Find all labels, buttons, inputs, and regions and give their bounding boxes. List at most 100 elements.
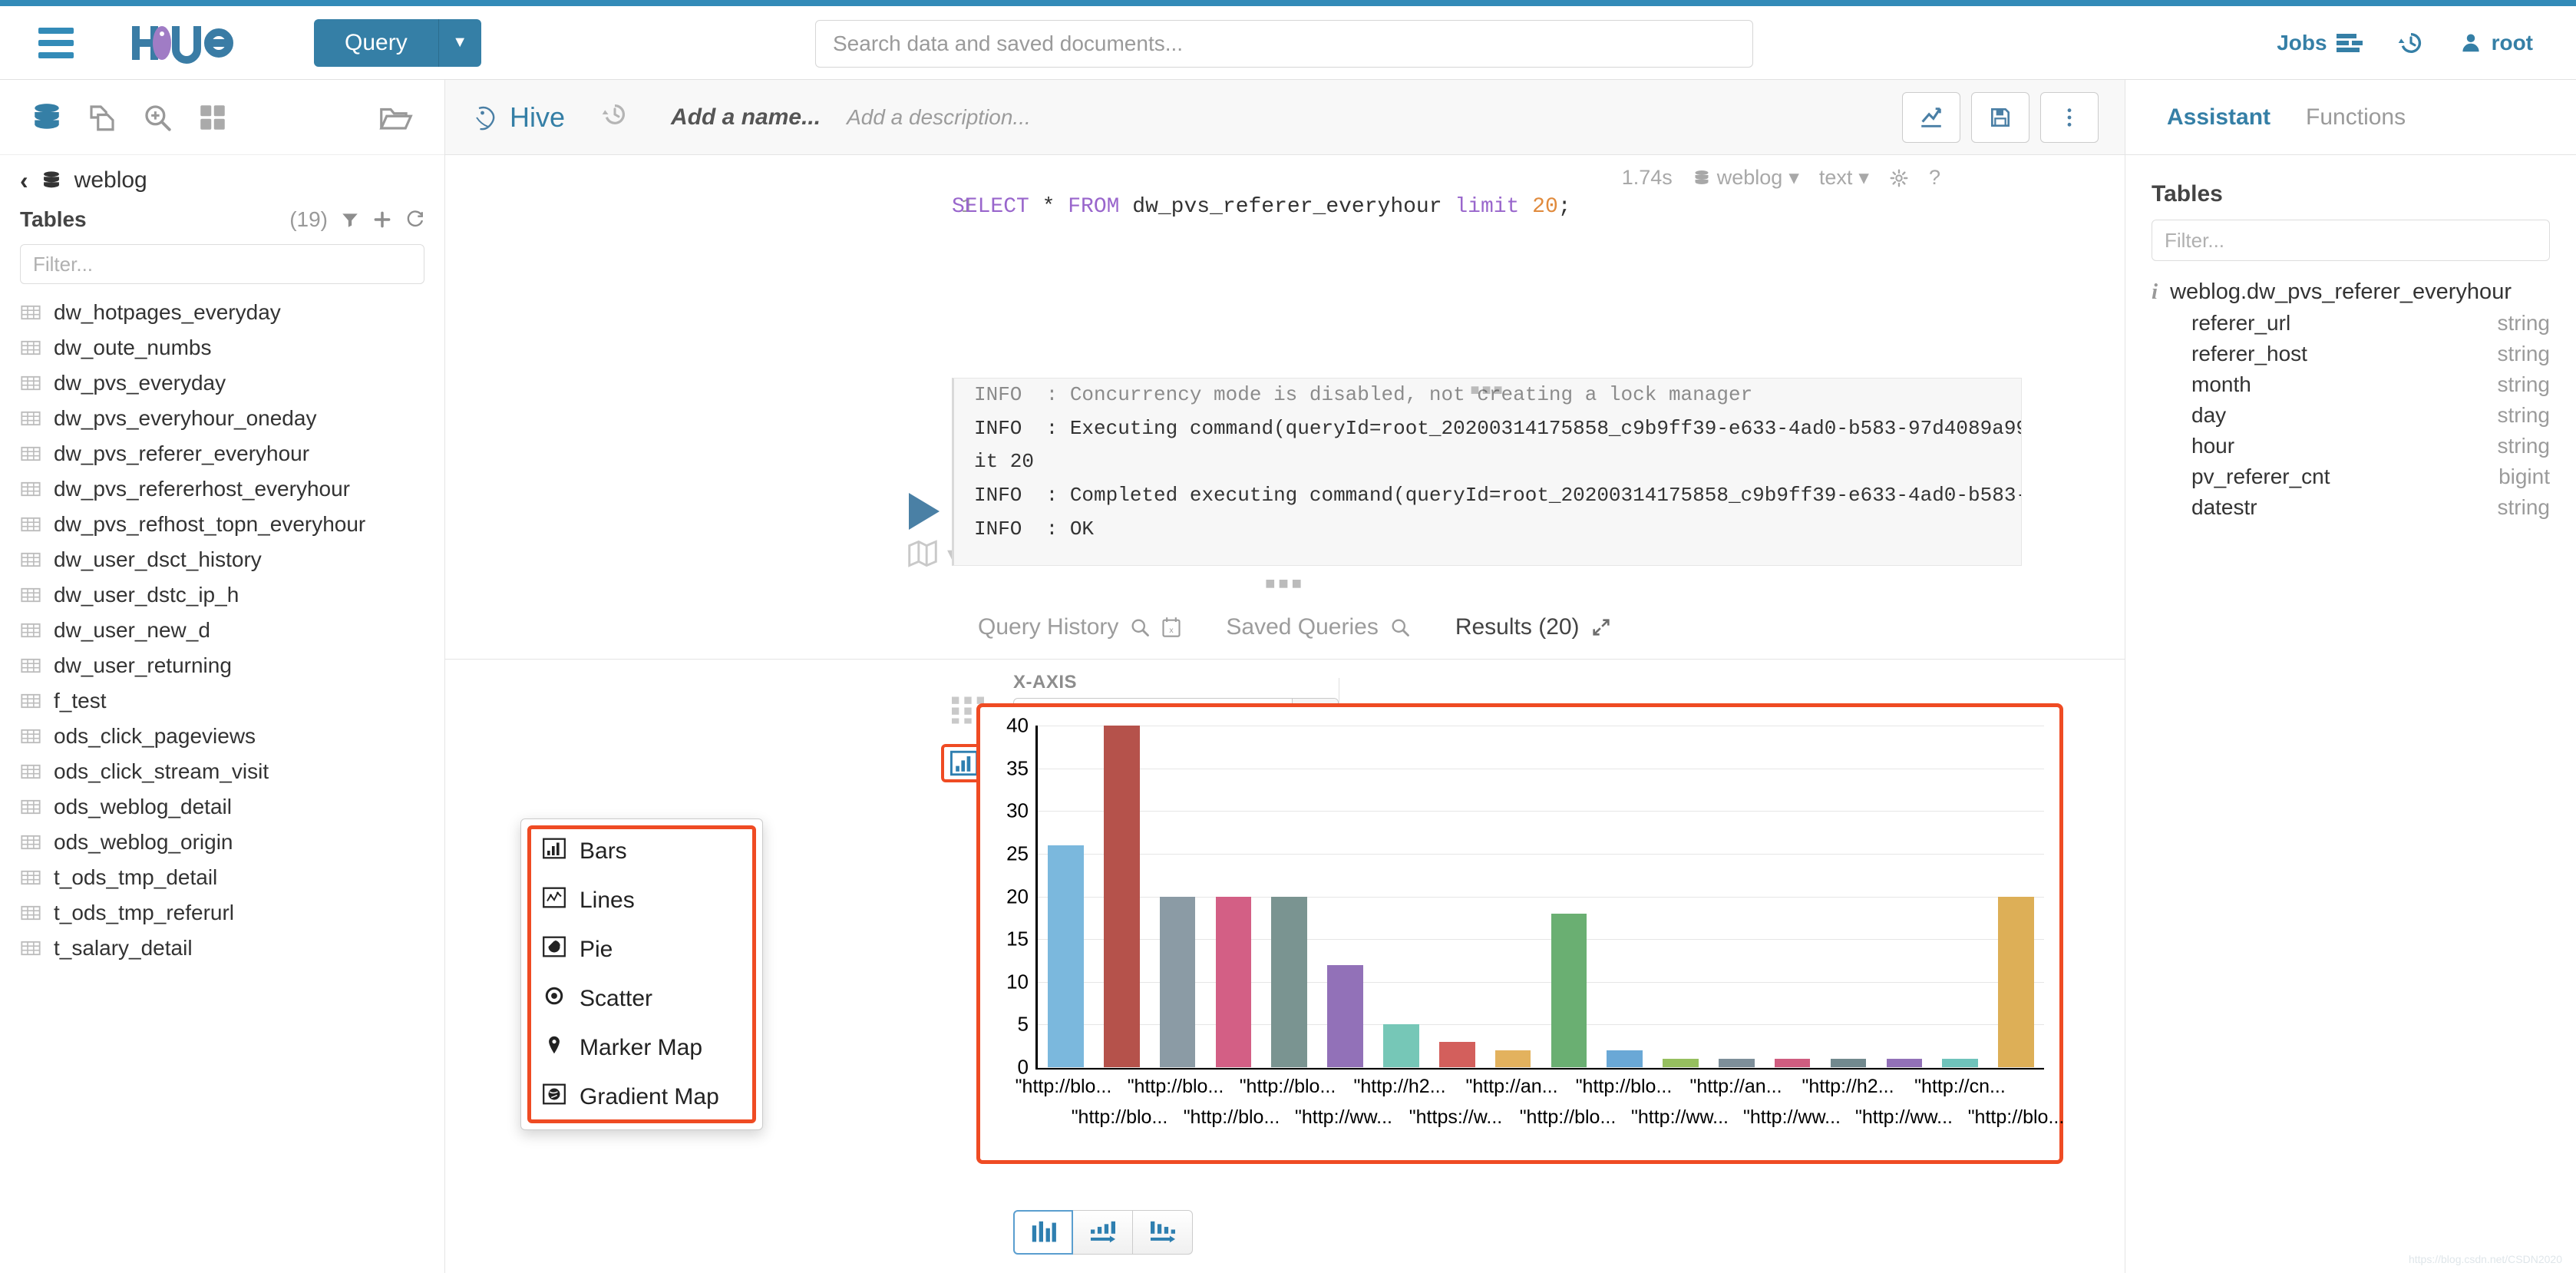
documents-icon[interactable] [86,101,118,134]
history-revert-icon[interactable] [602,101,628,134]
calendar-icon[interactable]: x [1161,617,1181,638]
sql-code-line[interactable]: SELECT * FROM dw_pvs_referer_everyhour l… [952,195,1571,219]
chart-bar[interactable] [1327,964,1363,1067]
info-icon[interactable]: i [2152,279,2158,305]
sidebar-item-t_ods_tmp_detail[interactable]: t_ods_tmp_detail [0,860,444,895]
editor-database-selector[interactable]: weblog ▾ [1693,166,1799,190]
editor-engine[interactable]: Hive [471,101,565,134]
chart-bar-slot[interactable] [1038,726,1094,1067]
sidebar-item-ods_click_stream_visit[interactable]: ods_click_stream_visit [0,754,444,789]
assistant-column-row[interactable]: referer_host string [2152,342,2550,366]
jobs-button[interactable]: Jobs [2277,31,2363,55]
open-folder-icon[interactable] [378,101,414,134]
tab-results[interactable]: Results (20) [1455,614,1612,640]
map-view-button[interactable]: ▾ [906,539,958,568]
hamburger-menu-icon[interactable] [38,21,74,64]
editor-settings-button[interactable] [1889,168,1909,188]
editor-format-selector[interactable]: text ▾ [1819,166,1869,190]
chart-bar-slot[interactable] [1653,726,1709,1067]
grid-apps-icon[interactable] [197,101,229,134]
run-query-button[interactable] [909,493,940,530]
chart-type-option-pie[interactable]: Pie [521,925,762,974]
more-options-button[interactable] [2040,91,2099,143]
chart-type-menu[interactable]: Bars Lines Pie Scatter Marker Map Gradie… [520,818,763,1130]
chart-bar[interactable] [1830,1058,1867,1067]
tab-query-history[interactable]: Query History x [978,614,1181,640]
sidebar-item-dw_pvs_refererhost_everyhour[interactable]: dw_pvs_refererhost_everyhour [0,471,444,507]
chart-bar[interactable] [1942,1058,1978,1067]
chart-bar[interactable] [1271,896,1308,1067]
panel-resize-grip[interactable]: ■■■ [445,566,2125,595]
chart-bar-slot[interactable] [1261,726,1317,1067]
sidebar-item-t_ods_tmp_referurl[interactable]: t_ods_tmp_referurl [0,895,444,931]
assistant-column-row[interactable]: referer_url string [2152,311,2550,336]
chart-bar[interactable] [1215,896,1252,1067]
user-menu-button[interactable]: root [2459,31,2533,55]
sidebar-item-dw_user_new_d[interactable]: dw_user_new_d [0,613,444,648]
chart-bar[interactable] [1886,1058,1923,1067]
bars-ascending-mode[interactable] [1073,1210,1133,1255]
results-chart[interactable]: 0 5 10 15 20 25 30 35 40 "http://blo... … [976,703,2064,1164]
query-button[interactable]: Query [314,18,438,67]
search-input[interactable] [815,20,1753,68]
query-name-field[interactable]: Add a name... [671,104,821,131]
chart-bar-slot[interactable] [1205,726,1261,1067]
chart-type-option-bars[interactable]: Bars [521,827,762,876]
query-log-panel[interactable]: ■■■ INFO : Concurrency mode is disabled,… [952,378,2022,566]
hue-logo[interactable] [131,21,246,64]
chart-bar-slot[interactable] [1597,726,1653,1067]
sidebar-item-ods_click_pageviews[interactable]: ods_click_pageviews [0,719,444,754]
search-icon[interactable] [1389,617,1411,638]
chart-bar-slot[interactable] [1150,726,1206,1067]
chart-bar-slot[interactable] [1932,726,1988,1067]
editor-help-button[interactable]: ? [1929,166,1940,190]
chart-bar[interactable] [1494,1050,1531,1067]
history-button[interactable] [2398,30,2424,56]
sidebar-item-dw_pvs_everyhour_oneday[interactable]: dw_pvs_everyhour_oneday [0,401,444,436]
bars-descending-mode[interactable] [1133,1210,1193,1255]
save-button[interactable] [1971,91,2029,143]
assistant-column-row[interactable]: datestr string [2152,495,2550,520]
sidebar-item-dw_pvs_referer_everyhour[interactable]: dw_pvs_referer_everyhour [0,436,444,471]
sidebar-item-dw_user_dsct_history[interactable]: dw_user_dsct_history [0,542,444,577]
chart-bar-slot[interactable] [1709,726,1765,1067]
tab-functions[interactable]: Functions [2306,104,2406,131]
search-icon[interactable] [1129,617,1151,638]
chart-type-option-marker-map[interactable]: Marker Map [521,1023,762,1073]
sidebar-item-dw_pvs_everyday[interactable]: dw_pvs_everyday [0,365,444,401]
chart-bar[interactable] [1383,1024,1419,1067]
tab-assistant[interactable]: Assistant [2167,104,2271,131]
sidebar-item-ods_weblog_origin[interactable]: ods_weblog_origin [0,825,444,860]
chart-bar[interactable] [1159,896,1196,1067]
assistant-filter-input[interactable] [2152,220,2550,261]
query-description-field[interactable]: Add a description... [847,105,1031,130]
chevron-left-icon[interactable]: ‹ [20,168,28,193]
chart-bar[interactable] [1103,726,1140,1067]
assistant-column-row[interactable]: hour string [2152,434,2550,458]
chart-bar-slot[interactable] [1094,726,1150,1067]
chart-bar-slot[interactable] [1765,726,1821,1067]
search-zoom-icon[interactable] [141,101,173,134]
chart-bar-slot[interactable] [1485,726,1541,1067]
sidebar-item-dw_oute_numbs[interactable]: dw_oute_numbs [0,330,444,365]
chart-bar[interactable] [1607,1050,1643,1067]
assistant-column-row[interactable]: month string [2152,372,2550,397]
assistant-column-row[interactable]: day string [2152,403,2550,428]
sidebar-item-t_salary_detail[interactable]: t_salary_detail [0,931,444,966]
sidebar-item-dw_user_dstc_ip_h[interactable]: dw_user_dstc_ip_h [0,577,444,613]
database-icon[interactable] [31,101,63,134]
sidebar-item-f_test[interactable]: f_test [0,683,444,719]
chart-bar-slot[interactable] [1988,726,2044,1067]
sidebar-item-dw_user_returning[interactable]: dw_user_returning [0,648,444,683]
chart-bar[interactable] [1774,1058,1811,1067]
chart-bar-slot[interactable] [1373,726,1429,1067]
chart-bar-slot[interactable] [1876,726,1932,1067]
chart-bar-slot[interactable] [1429,726,1485,1067]
chart-bar[interactable] [1719,1058,1755,1067]
chart-bar[interactable] [1048,845,1084,1067]
tab-saved-queries[interactable]: Saved Queries [1226,614,1410,640]
chart-bar-slot[interactable] [1821,726,1877,1067]
chart-bar[interactable] [1998,896,2034,1067]
chart-bar-slot[interactable] [1317,726,1373,1067]
assistant-table-row[interactable]: i weblog.dw_pvs_referer_everyhour [2152,279,2550,305]
